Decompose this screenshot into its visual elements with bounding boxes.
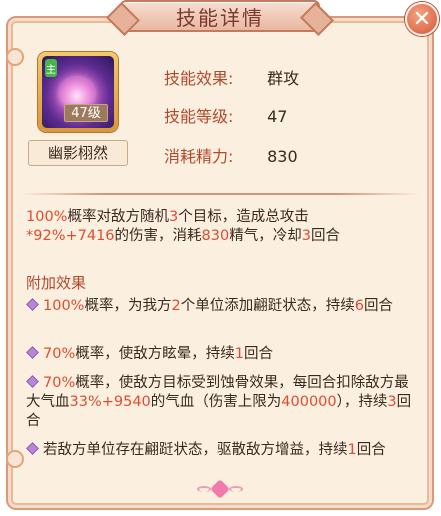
desc-value: 3 [301, 228, 311, 244]
desc-value: 1 [234, 346, 244, 362]
section-divider [20, 193, 420, 195]
lotus-skill-icon: 主 47级 [42, 56, 114, 128]
extra-effect-2: 70%概率，使敌方眩晕，持续1回合 [26, 345, 421, 364]
desc-text: 回合 [356, 442, 386, 458]
desc-value: 3 [387, 394, 397, 410]
diamond-bullet-icon [26, 298, 39, 311]
desc-value: 2 [171, 298, 181, 314]
stat-value: 群攻 [267, 69, 300, 88]
desc-text: 精气，冷却 [229, 228, 302, 244]
desc-value: 70% [43, 346, 76, 362]
stat-cost: 消耗精力: 830 [164, 143, 298, 167]
desc-text: 回合 [243, 346, 273, 362]
stat-label: 技能等级: [164, 107, 234, 126]
corner-ornament [6, 450, 24, 468]
desc-value: 830 [201, 228, 230, 244]
skill-name: 幽影栩然 [28, 140, 128, 166]
desc-text: 个目标，造成总攻击 [178, 209, 309, 225]
close-icon: ✕ [412, 6, 432, 32]
desc-value: 6 [354, 298, 364, 314]
stat-value: 47 [267, 107, 288, 126]
desc-text: 个单位添加翩跹状态，持续 [180, 298, 355, 314]
desc-value: 100% [43, 298, 85, 314]
desc-text: 回合 [310, 228, 340, 244]
desc-text: 概率对敌方随机 [67, 209, 169, 225]
stat-level: 技能等级: 47 [164, 103, 287, 127]
desc-text: 概率，为我方 [84, 298, 172, 314]
desc-value: 1 [347, 442, 357, 458]
diamond-bullet-icon [26, 375, 39, 388]
extra-effect-1: 100%概率，为我方2个单位添加翩跹状态，持续6回合 [26, 297, 421, 316]
desc-text: ），持续 [336, 394, 388, 410]
desc-text: 回合 [363, 298, 393, 314]
desc-value: *92%+7416 [26, 228, 115, 244]
skill-type-badge: 主 [45, 59, 57, 77]
skill-icon-frame[interactable]: 主 47级 [38, 52, 118, 132]
skill-level-badge: 47级 [64, 104, 108, 122]
desc-value: 100% [26, 209, 68, 225]
desc-value: 400000 [281, 394, 337, 410]
close-button[interactable]: ✕ [405, 2, 439, 36]
extra-effect-3: 70%概率，使敌方目标受到蚀骨效果，每回合扣除敌方最大气血33%+9540的气血… [26, 374, 421, 431]
desc-value: 3 [168, 209, 179, 225]
diamond-bullet-icon [26, 442, 39, 455]
bottom-ornament [197, 478, 243, 504]
skill-description: 100%概率对敌方随机3个目标，造成总攻击 *92%+7416的伤害，消耗830精… [26, 208, 421, 246]
stat-label: 技能效果: [164, 69, 234, 88]
stat-effect: 技能效果: 群攻 [164, 65, 299, 89]
desc-text: 的伤害，消耗 [114, 228, 202, 244]
desc-text: 的气血（伤害上限为 [150, 394, 282, 410]
extra-effect-4: 若敌方单位存在翩跹状态，驱散敌方增益，持续1回合 [26, 441, 421, 460]
desc-value: 70% [43, 375, 76, 391]
desc-value: 33%+9540 [69, 394, 151, 410]
dialog-title: 技能详情 [176, 5, 264, 30]
desc-text: 若敌方单位存在翩跹状态，驱散敌方增益，持续 [43, 442, 348, 458]
stat-value: 830 [267, 147, 298, 166]
skill-summary: 主 47级 幽影栩然 技能效果: 群攻 技能等级: 47 消耗精力: 830 [18, 40, 428, 190]
desc-text: 概率，使敌方眩晕，持续 [75, 346, 235, 362]
extra-effects-title: 附加效果 [26, 274, 87, 292]
title-banner: 技能详情 [120, 0, 320, 32]
heart-icon [210, 479, 230, 499]
stat-label: 消耗精力: [164, 147, 234, 166]
diamond-bullet-icon [26, 346, 39, 359]
